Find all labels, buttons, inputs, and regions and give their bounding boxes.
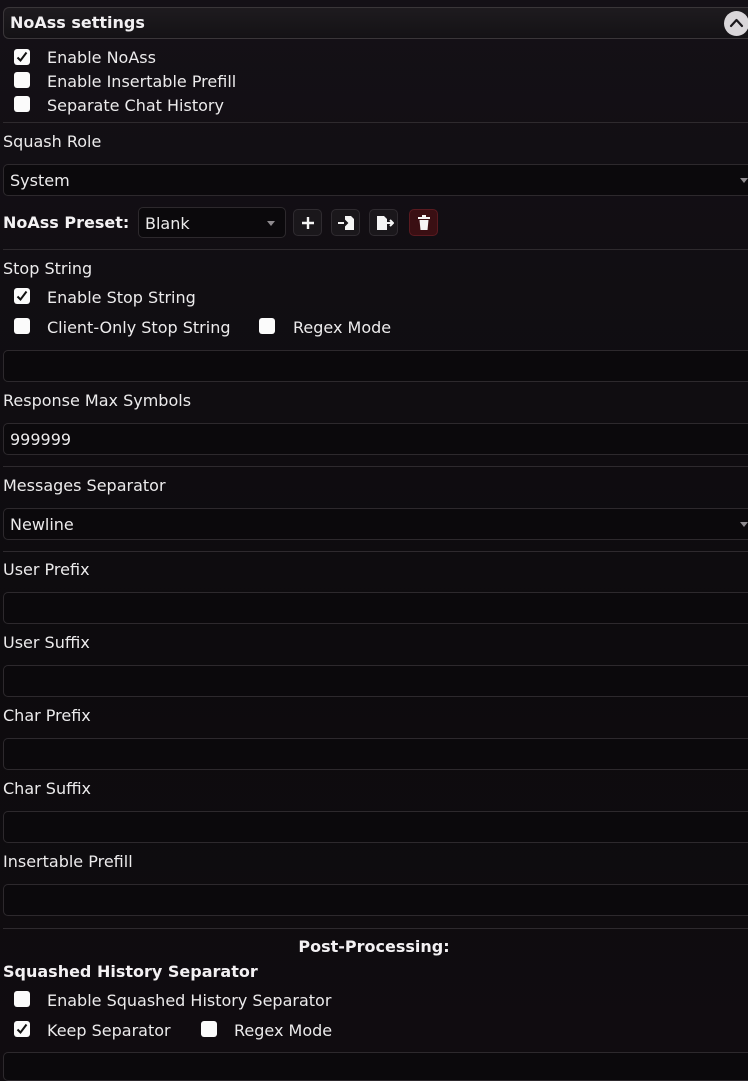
client-only-stop-string-label: Client-Only Stop String [47, 318, 231, 337]
check-icon [16, 1023, 28, 1035]
export-icon [377, 216, 394, 230]
squashed-separator-input[interactable] [3, 1052, 748, 1081]
add-icon [302, 217, 314, 229]
divider [3, 466, 748, 467]
separate-chat-history-checkbox[interactable] [14, 96, 30, 112]
messages-separator-select[interactable]: Newline [3, 508, 748, 540]
settings-header[interactable]: NoAss settings [3, 7, 748, 39]
squashed-history-separator-label: Squashed History Separator [3, 962, 258, 981]
squash-role-value: System [10, 171, 70, 190]
chevron-down-icon [740, 522, 748, 527]
response-max-input[interactable]: 999999 [3, 423, 748, 455]
keep-separator-label: Keep Separator [47, 1021, 171, 1040]
import-icon [338, 216, 354, 230]
check-icon [16, 51, 28, 63]
squashed-regex-checkbox[interactable] [201, 1021, 217, 1037]
insertable-prefill-label: Insertable Prefill [3, 852, 133, 871]
squash-role-label: Squash Role [3, 132, 102, 151]
chevron-up-icon [729, 18, 744, 28]
enable-insertable-prefill-label: Enable Insertable Prefill [47, 72, 237, 91]
char-prefix-input[interactable] [3, 738, 748, 770]
user-suffix-label: User Suffix [3, 633, 90, 652]
collapse-button[interactable] [724, 11, 748, 36]
squashed-regex-label: Regex Mode [234, 1021, 333, 1040]
messages-separator-value: Newline [10, 515, 74, 534]
enable-noass-checkbox[interactable] [14, 49, 30, 65]
char-prefix-label: Char Prefix [3, 706, 91, 725]
stop-string-label: Stop String [3, 259, 93, 278]
enable-stop-string-checkbox[interactable] [14, 288, 30, 304]
enable-insertable-prefill-checkbox[interactable] [14, 72, 30, 88]
stop-string-regex-checkbox[interactable] [259, 318, 275, 334]
preset-select[interactable]: Blank [138, 207, 286, 238]
panel-title: NoAss settings [10, 13, 145, 32]
insertable-prefill-input[interactable] [3, 884, 748, 916]
squash-role-select[interactable]: System [3, 164, 748, 196]
stop-string-input[interactable] [3, 350, 748, 382]
separate-chat-history-label: Separate Chat History [47, 96, 224, 115]
response-max-label: Response Max Symbols [3, 391, 192, 410]
user-prefix-input[interactable] [3, 592, 748, 624]
stop-string-regex-label: Regex Mode [293, 318, 392, 337]
response-max-value: 999999 [10, 430, 72, 449]
enable-noass-label: Enable NoAss [47, 48, 156, 67]
divider [3, 122, 748, 123]
preset-label: NoAss Preset: [3, 213, 130, 232]
messages-separator-label: Messages Separator [3, 476, 166, 495]
user-suffix-input[interactable] [3, 665, 748, 697]
divider [3, 928, 748, 929]
check-icon [16, 290, 28, 302]
keep-separator-checkbox[interactable] [14, 1021, 30, 1037]
trash-icon [418, 215, 430, 230]
user-prefix-label: User Prefix [3, 560, 90, 579]
chevron-down-icon [740, 178, 748, 183]
char-suffix-label: Char Suffix [3, 779, 92, 798]
enable-squashed-separator-checkbox[interactable] [14, 991, 30, 1007]
enable-squashed-separator-label: Enable Squashed History Separator [47, 991, 332, 1010]
post-processing-heading: Post-Processing: [298, 937, 450, 956]
import-preset-button[interactable] [331, 209, 360, 236]
client-only-stop-string-checkbox[interactable] [14, 318, 30, 334]
enable-stop-string-label: Enable Stop String [47, 288, 196, 307]
divider [3, 551, 748, 552]
add-preset-button[interactable] [293, 209, 322, 236]
char-suffix-input[interactable] [3, 811, 748, 843]
delete-preset-button[interactable] [409, 209, 438, 236]
chevron-down-icon [267, 221, 275, 226]
preset-value: Blank [145, 214, 190, 233]
export-preset-button[interactable] [369, 209, 398, 236]
divider [3, 249, 748, 250]
